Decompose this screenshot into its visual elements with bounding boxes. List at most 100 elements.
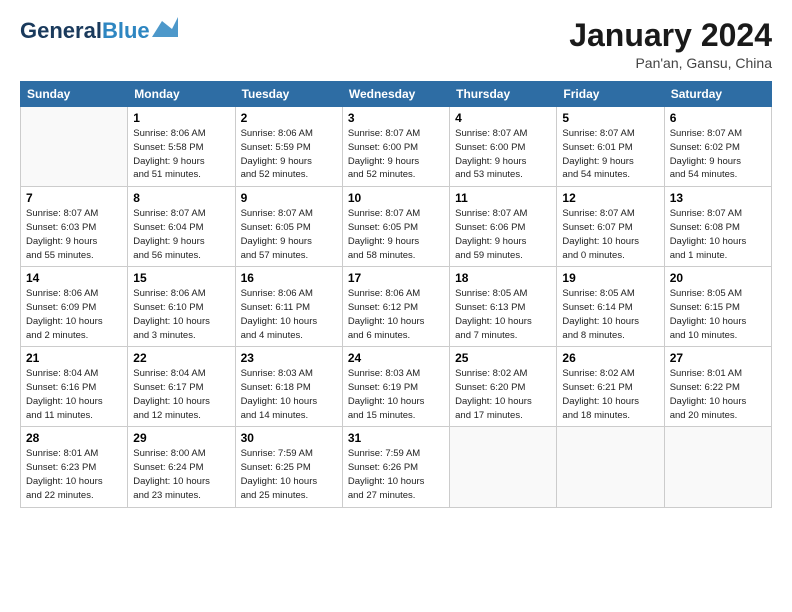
day-number: 5 [562,111,658,125]
day-info: Sunrise: 8:07 AMSunset: 6:00 PMDaylight:… [348,127,444,182]
calendar-cell: 10Sunrise: 8:07 AMSunset: 6:05 PMDayligh… [342,187,449,267]
weekday-header-monday: Monday [128,82,235,107]
calendar-cell: 11 Sunrise: 8:07 AMSunset: 6:06 PMDayligh… [450,187,557,267]
day-info: Sunrise: 8:02 AMSunset: 6:21 PMDaylight:… [562,367,658,422]
day-info: Sunrise: 8:07 AMSunset: 6:03 PMDaylight:… [26,207,122,262]
day-info: Sunrise: 8:07 AMSunset: 6:01 PMDaylight:… [562,127,658,182]
calendar-week-1: 1 Sunrise: 8:06 AMSunset: 5:58 PMDaylight… [21,107,772,187]
calendar-cell: 16 Sunrise: 8:06 AMSunset: 6:11 PMDayligh… [235,267,342,347]
calendar-week-4: 21Sunrise: 8:04 AMSunset: 6:16 PMDayligh… [21,347,772,427]
day-number: 11 [455,191,551,205]
location: Pan'an, Gansu, China [569,55,772,71]
calendar-cell: 2 Sunrise: 8:06 AMSunset: 5:59 PMDaylight… [235,107,342,187]
day-info: Sunrise: 8:05 AMSunset: 6:14 PMDaylight:… [562,287,658,342]
day-number: 30 [241,431,337,445]
day-info: Sunrise: 7:59 AMSunset: 6:26 PMDaylight:… [348,447,444,502]
day-number: 14 [26,271,122,285]
calendar-cell [557,427,664,507]
month-title: January 2024 [569,18,772,53]
day-info: Sunrise: 8:04 AMSunset: 6:17 PMDaylight:… [133,367,229,422]
day-number: 3 [348,111,444,125]
calendar-cell: 13 Sunrise: 8:07 AMSunset: 6:08 PMDayligh… [664,187,771,267]
day-number: 24 [348,351,444,365]
day-info: Sunrise: 8:07 AMSunset: 6:06 PMDaylight:… [455,207,551,262]
calendar-cell: 8 Sunrise: 8:07 AMSunset: 6:04 PMDaylight… [128,187,235,267]
day-number: 1 [133,111,229,125]
day-number: 23 [241,351,337,365]
day-info: Sunrise: 8:01 AMSunset: 6:22 PMDaylight:… [670,367,766,422]
day-number: 27 [670,351,766,365]
day-info: Sunrise: 8:05 AMSunset: 6:15 PMDaylight:… [670,287,766,342]
calendar-cell: 15 Sunrise: 8:06 AMSunset: 6:10 PMDayligh… [128,267,235,347]
day-number: 29 [133,431,229,445]
weekday-header-wednesday: Wednesday [342,82,449,107]
calendar-cell: 14 Sunrise: 8:06 AMSunset: 6:09 PMDayligh… [21,267,128,347]
day-number: 2 [241,111,337,125]
page: GeneralBlue January 2024 Pan'an, Gansu, … [0,0,792,612]
day-info: Sunrise: 8:07 AMSunset: 6:07 PMDaylight:… [562,207,658,262]
day-number: 9 [241,191,337,205]
day-info: Sunrise: 8:05 AMSunset: 6:13 PMDaylight:… [455,287,551,342]
calendar-cell: 5 Sunrise: 8:07 AMSunset: 6:01 PMDaylight… [557,107,664,187]
day-info: Sunrise: 8:06 AMSunset: 6:09 PMDaylight:… [26,287,122,342]
calendar-cell: 17Sunrise: 8:06 AMSunset: 6:12 PMDayligh… [342,267,449,347]
day-number: 22 [133,351,229,365]
day-info: Sunrise: 8:03 AMSunset: 6:18 PMDaylight:… [241,367,337,422]
calendar-cell [450,427,557,507]
calendar-cell: 7 Sunrise: 8:07 AMSunset: 6:03 PMDaylight… [21,187,128,267]
day-info: Sunrise: 8:06 AMSunset: 5:59 PMDaylight:… [241,127,337,182]
day-number: 18 [455,271,551,285]
calendar-cell [664,427,771,507]
calendar-cell: 25 Sunrise: 8:02 AMSunset: 6:20 PMDayligh… [450,347,557,427]
day-number: 20 [670,271,766,285]
day-info: Sunrise: 8:06 AMSunset: 6:10 PMDaylight:… [133,287,229,342]
calendar-cell: 20 Sunrise: 8:05 AMSunset: 6:15 PMDayligh… [664,267,771,347]
day-info: Sunrise: 8:07 AMSunset: 6:08 PMDaylight:… [670,207,766,262]
day-number: 25 [455,351,551,365]
day-info: Sunrise: 7:59 AMSunset: 6:25 PMDaylight:… [241,447,337,502]
logo: GeneralBlue [20,18,178,43]
calendar-cell: 22 Sunrise: 8:04 AMSunset: 6:17 PMDayligh… [128,347,235,427]
calendar-cell: 1 Sunrise: 8:06 AMSunset: 5:58 PMDaylight… [128,107,235,187]
day-number: 7 [26,191,122,205]
calendar-cell: 29 Sunrise: 8:00 AMSunset: 6:24 PMDayligh… [128,427,235,507]
weekday-header-sunday: Sunday [21,82,128,107]
day-info: Sunrise: 8:07 AMSunset: 6:04 PMDaylight:… [133,207,229,262]
calendar-cell [21,107,128,187]
calendar-cell: 19Sunrise: 8:05 AMSunset: 6:14 PMDayligh… [557,267,664,347]
day-info: Sunrise: 8:06 AMSunset: 6:11 PMDaylight:… [241,287,337,342]
day-info: Sunrise: 8:00 AMSunset: 6:24 PMDaylight:… [133,447,229,502]
day-info: Sunrise: 8:01 AMSunset: 6:23 PMDaylight:… [26,447,122,502]
day-number: 13 [670,191,766,205]
calendar-cell: 26Sunrise: 8:02 AMSunset: 6:21 PMDayligh… [557,347,664,427]
day-number: 28 [26,431,122,445]
day-info: Sunrise: 8:07 AMSunset: 6:00 PMDaylight:… [455,127,551,182]
calendar-cell: 12 Sunrise: 8:07 AMSunset: 6:07 PMDayligh… [557,187,664,267]
calendar-cell: 27 Sunrise: 8:01 AMSunset: 6:22 PMDayligh… [664,347,771,427]
weekday-header-row: SundayMondayTuesdayWednesdayThursdayFrid… [21,82,772,107]
calendar-cell: 24Sunrise: 8:03 AMSunset: 6:19 PMDayligh… [342,347,449,427]
title-block: January 2024 Pan'an, Gansu, China [569,18,772,71]
weekday-header-saturday: Saturday [664,82,771,107]
calendar-week-3: 14 Sunrise: 8:06 AMSunset: 6:09 PMDayligh… [21,267,772,347]
day-number: 15 [133,271,229,285]
calendar-cell: 23 Sunrise: 8:03 AMSunset: 6:18 PMDayligh… [235,347,342,427]
calendar-cell: 31 Sunrise: 7:59 AMSunset: 6:26 PMDayligh… [342,427,449,507]
calendar-table: SundayMondayTuesdayWednesdayThursdayFrid… [20,81,772,507]
day-info: Sunrise: 8:02 AMSunset: 6:20 PMDaylight:… [455,367,551,422]
weekday-header-tuesday: Tuesday [235,82,342,107]
day-number: 21 [26,351,122,365]
calendar-week-5: 28 Sunrise: 8:01 AMSunset: 6:23 PMDayligh… [21,427,772,507]
calendar-cell: 4 Sunrise: 8:07 AMSunset: 6:00 PMDaylight… [450,107,557,187]
calendar-cell: 3 Sunrise: 8:07 AMSunset: 6:00 PMDaylight… [342,107,449,187]
day-number: 12 [562,191,658,205]
day-number: 8 [133,191,229,205]
day-number: 4 [455,111,551,125]
day-number: 31 [348,431,444,445]
logo-icon [152,17,178,41]
calendar-cell: 18 Sunrise: 8:05 AMSunset: 6:13 PMDayligh… [450,267,557,347]
day-info: Sunrise: 8:06 AMSunset: 5:58 PMDaylight:… [133,127,229,182]
calendar-cell: 6Sunrise: 8:07 AMSunset: 6:02 PMDaylight… [664,107,771,187]
day-number: 16 [241,271,337,285]
day-number: 6 [670,111,766,125]
